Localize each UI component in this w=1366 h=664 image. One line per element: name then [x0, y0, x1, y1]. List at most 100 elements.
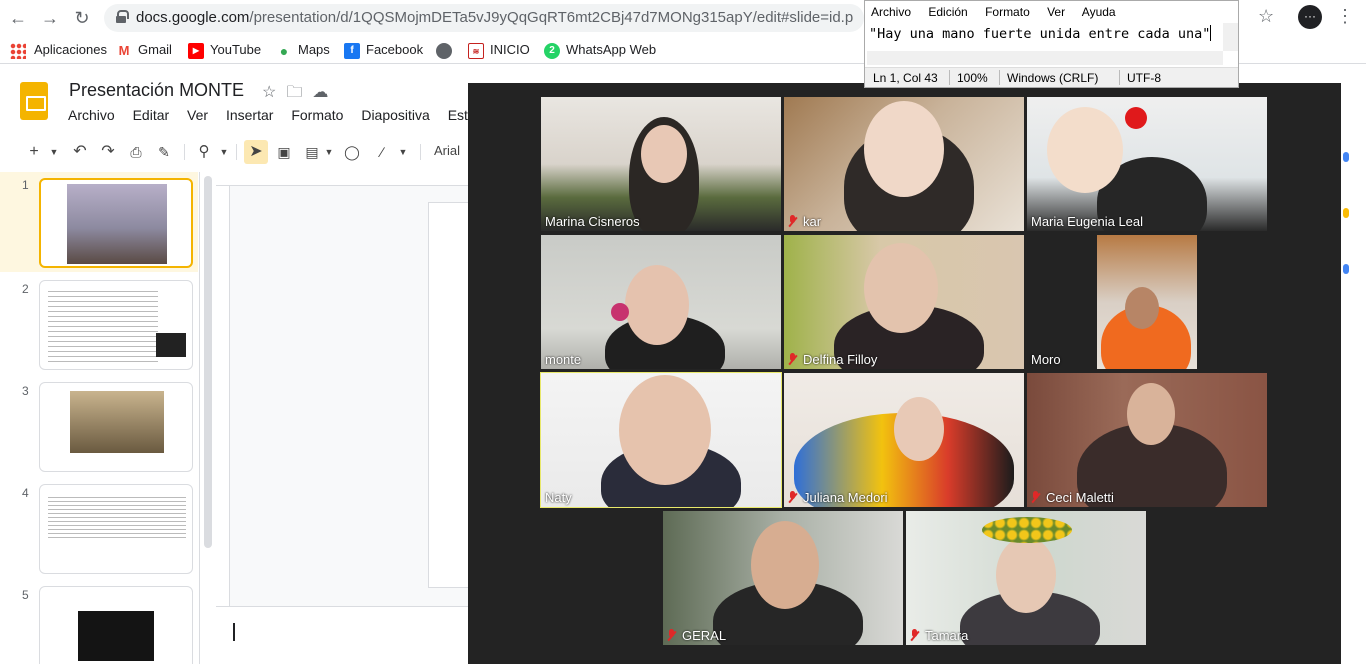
thumbnail-photo [78, 611, 154, 661]
title-actions: ☆🗀☁ [262, 81, 338, 108]
globe-icon [436, 42, 452, 59]
video-tile[interactable]: GERAL [663, 511, 903, 645]
video-tile[interactable]: Ceci Maletti [1027, 373, 1267, 507]
zoom-dropdown-icon[interactable]: ▼ [218, 140, 230, 164]
slides-menubar: Archivo Editar Ver Insertar Formato Diap… [68, 107, 494, 123]
menu-formato[interactable]: Formato [291, 107, 343, 123]
thumbnail-text-lines [48, 497, 186, 541]
slide-thumbnail-1[interactable] [39, 178, 193, 268]
participant-name: kar [788, 214, 821, 229]
profile-avatar[interactable]: ··· [1298, 5, 1322, 29]
notepad-menu-ayuda[interactable]: Ayuda [1082, 5, 1116, 19]
slide-number: 1 [22, 178, 29, 192]
slide-thumbnail-3[interactable] [39, 382, 193, 472]
zoom-magnifier-icon[interactable]: ⚲ [194, 140, 214, 164]
document-title[interactable]: Presentación MONTE [69, 80, 244, 101]
slides-logo-icon[interactable] [20, 82, 48, 120]
bookmark-inicio[interactable]: ≋ INICIO [468, 40, 530, 60]
move-folder-icon[interactable]: 🗀 [286, 84, 312, 101]
shape-icon[interactable]: ◯ [342, 140, 362, 164]
new-slide-plus-icon[interactable]: + [24, 140, 44, 164]
slide-thumbnail-4[interactable] [39, 484, 193, 574]
bookmark-maps[interactable]: ● Maps [276, 40, 330, 60]
menu-insertar[interactable]: Insertar [226, 107, 273, 123]
slide-number: 5 [22, 588, 29, 602]
slide-filmstrip: 1 2 3 4 5 [0, 172, 200, 664]
text-caret [233, 623, 235, 641]
address-bar[interactable]: docs.google.com/presentation/d/1QQSMojmD… [104, 4, 864, 32]
menu-editar[interactable]: Editar [133, 107, 170, 123]
participant-name: GERAL [667, 628, 726, 643]
zoom-level: 100% [957, 71, 988, 85]
url-text: docs.google.com/presentation/d/1QQSMojmD… [136, 9, 854, 26]
font-selector[interactable]: Arial [434, 143, 460, 158]
notepad-vertical-scrollbar[interactable] [1223, 23, 1238, 51]
status-divider [999, 70, 1000, 85]
bookmark-star-icon[interactable]: ☆ [1258, 6, 1274, 27]
video-tile-active-speaker[interactable]: Naty [540, 372, 782, 508]
bookmark-youtube[interactable]: ▶ YouTube [188, 40, 261, 60]
flower-crown-icon [982, 517, 1072, 543]
notepad-menu-formato[interactable]: Formato [985, 5, 1030, 19]
bookmark-globe[interactable] [436, 40, 458, 60]
line-icon[interactable]: ∕ [372, 140, 392, 164]
print-icon[interactable]: ⎙ [126, 140, 146, 164]
filmstrip-scrollbar[interactable] [204, 176, 212, 548]
slide-thumbnail-5[interactable] [39, 586, 193, 664]
lock-icon [116, 10, 129, 23]
side-panel-strip [1341, 84, 1366, 664]
calendar-addon-icon[interactable] [1343, 152, 1349, 162]
notepad-menu-archivo[interactable]: Archivo [871, 5, 911, 19]
gmail-icon: M [116, 42, 132, 59]
bookmark-gmail[interactable]: M Gmail [116, 40, 172, 60]
redo-icon[interactable]: ↷ [98, 140, 118, 164]
muted-mic-icon [788, 491, 798, 503]
inicio-icon: ≋ [468, 42, 484, 59]
menu-ver[interactable]: Ver [187, 107, 208, 123]
image-icon[interactable]: ▤ [302, 140, 322, 164]
select-cursor-icon[interactable]: ➤ [244, 140, 268, 164]
thumbnail-text-lines [48, 291, 158, 365]
keep-addon-icon[interactable] [1343, 208, 1349, 218]
undo-icon[interactable]: ↶ [70, 140, 90, 164]
video-tile[interactable]: Maria Eugenia Leal [1027, 97, 1267, 231]
text-box-icon[interactable]: ▣ [274, 140, 294, 164]
star-icon[interactable]: ☆ [262, 84, 286, 101]
slide-thumbnail-2[interactable] [39, 280, 193, 370]
bookmark-apps[interactable]: Aplicaciones [10, 40, 107, 60]
cloud-status-icon[interactable]: ☁ [312, 84, 338, 101]
image-dropdown-icon[interactable]: ▼ [324, 140, 334, 164]
notepad-text-area[interactable]: "Hay una mano fuerte unida entre cada un… [869, 23, 1217, 47]
apps-grid-icon [10, 42, 26, 59]
notepad-window: Archivo Edición Formato Ver Ayuda "Hay u… [864, 0, 1239, 88]
muted-mic-icon [1031, 491, 1041, 503]
video-tile[interactable]: monte [541, 235, 781, 369]
line-dropdown-icon[interactable]: ▼ [398, 140, 408, 164]
back-arrow-icon[interactable]: ← [6, 6, 30, 30]
video-tile[interactable]: Moro [1027, 235, 1267, 369]
video-tile[interactable]: Tamara [906, 511, 1146, 645]
bookmark-facebook[interactable]: f Facebook [344, 40, 423, 60]
video-tile[interactable]: kar [784, 97, 1024, 231]
notepad-horizontal-scrollbar[interactable] [867, 51, 1223, 65]
paint-format-icon[interactable]: ✎ [154, 140, 174, 164]
cursor-position: Ln 1, Col 43 [873, 71, 938, 85]
notepad-menu-ver[interactable]: Ver [1047, 5, 1065, 19]
video-tile[interactable]: Juliana Medori [784, 373, 1024, 507]
bookmark-whatsapp[interactable]: 2 WhatsApp Web [544, 40, 656, 60]
tasks-addon-icon[interactable] [1343, 264, 1349, 274]
menu-archivo[interactable]: Archivo [68, 107, 115, 123]
menu-diapositiva[interactable]: Diapositiva [361, 107, 429, 123]
video-tile[interactable]: Delfina Filloy [784, 235, 1024, 369]
speaker-notes[interactable] [216, 606, 476, 664]
chrome-menu-icon[interactable]: ⋮ [1336, 6, 1354, 27]
muted-mic-icon [788, 353, 798, 365]
participant-name: monte [545, 352, 582, 367]
forward-arrow-icon[interactable]: → [38, 6, 62, 30]
new-slide-dropdown-icon[interactable]: ▼ [48, 140, 60, 164]
video-tile[interactable]: Marina Cisneros [541, 97, 781, 231]
flower-icon [611, 303, 629, 321]
reload-icon[interactable]: ↻ [70, 6, 94, 30]
text-caret [1210, 25, 1212, 41]
notepad-menu-edicion[interactable]: Edición [928, 5, 967, 19]
